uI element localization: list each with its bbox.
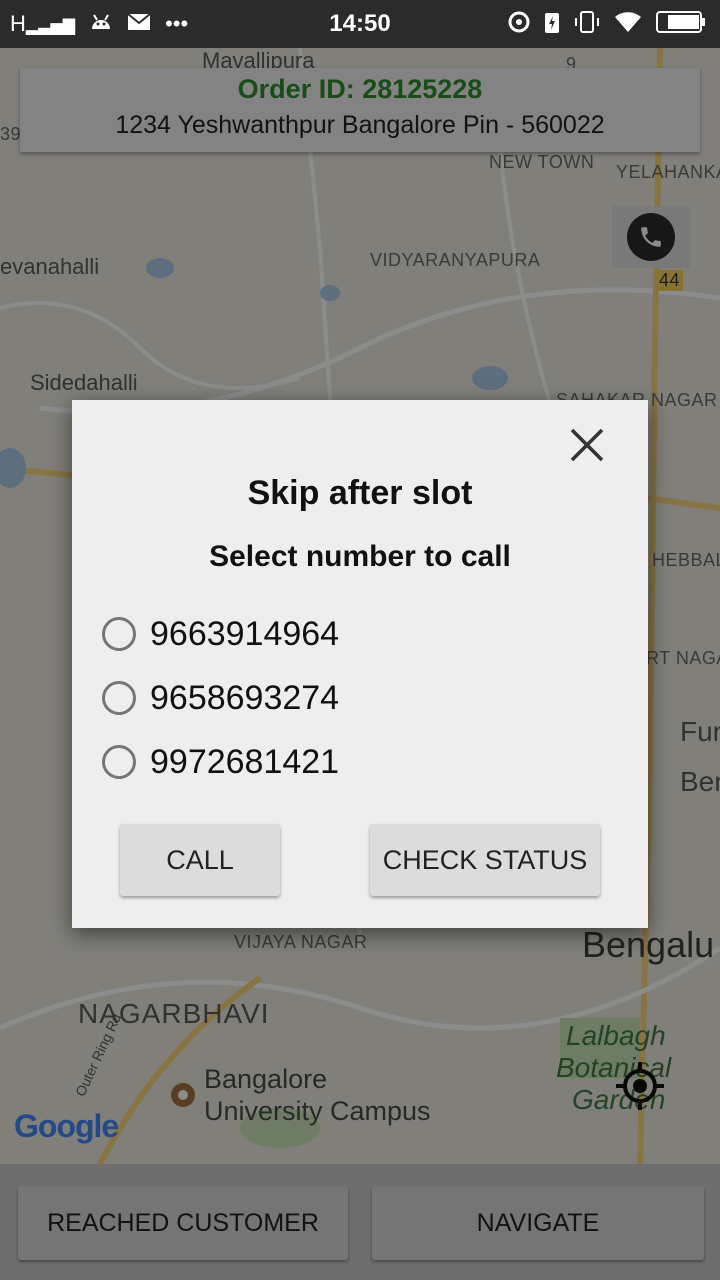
phone-number: 9663914964 bbox=[150, 614, 340, 653]
status-right bbox=[508, 0, 706, 48]
phone-option[interactable]: 9658693274 bbox=[102, 674, 339, 722]
phone-option[interactable]: 9663914964 bbox=[102, 610, 339, 658]
radio-button[interactable] bbox=[102, 617, 136, 651]
call-button[interactable]: CALL bbox=[120, 824, 280, 896]
status-bar: H▂▃▅▇ ••• 14:50 bbox=[0, 0, 720, 48]
phone-number: 9972681421 bbox=[150, 742, 340, 781]
close-button[interactable] bbox=[566, 424, 608, 466]
wifi-icon bbox=[614, 11, 642, 38]
phone-option[interactable]: 9972681421 bbox=[102, 738, 339, 786]
phone-number: 9658693274 bbox=[150, 678, 340, 717]
skip-after-slot-dialog: Skip after slot Select number to call 96… bbox=[72, 400, 648, 928]
radio-button[interactable] bbox=[102, 745, 136, 779]
radio-button[interactable] bbox=[102, 681, 136, 715]
close-icon bbox=[570, 428, 604, 462]
dialog-title: Skip after slot bbox=[247, 474, 473, 512]
battery-icon bbox=[656, 10, 706, 38]
check-status-button[interactable]: CHECK STATUS bbox=[370, 824, 600, 896]
battery-saver-icon bbox=[544, 10, 560, 39]
sync-icon bbox=[508, 11, 530, 38]
vibrate-icon bbox=[574, 10, 600, 39]
dialog-subtitle: Select number to call bbox=[209, 540, 511, 573]
